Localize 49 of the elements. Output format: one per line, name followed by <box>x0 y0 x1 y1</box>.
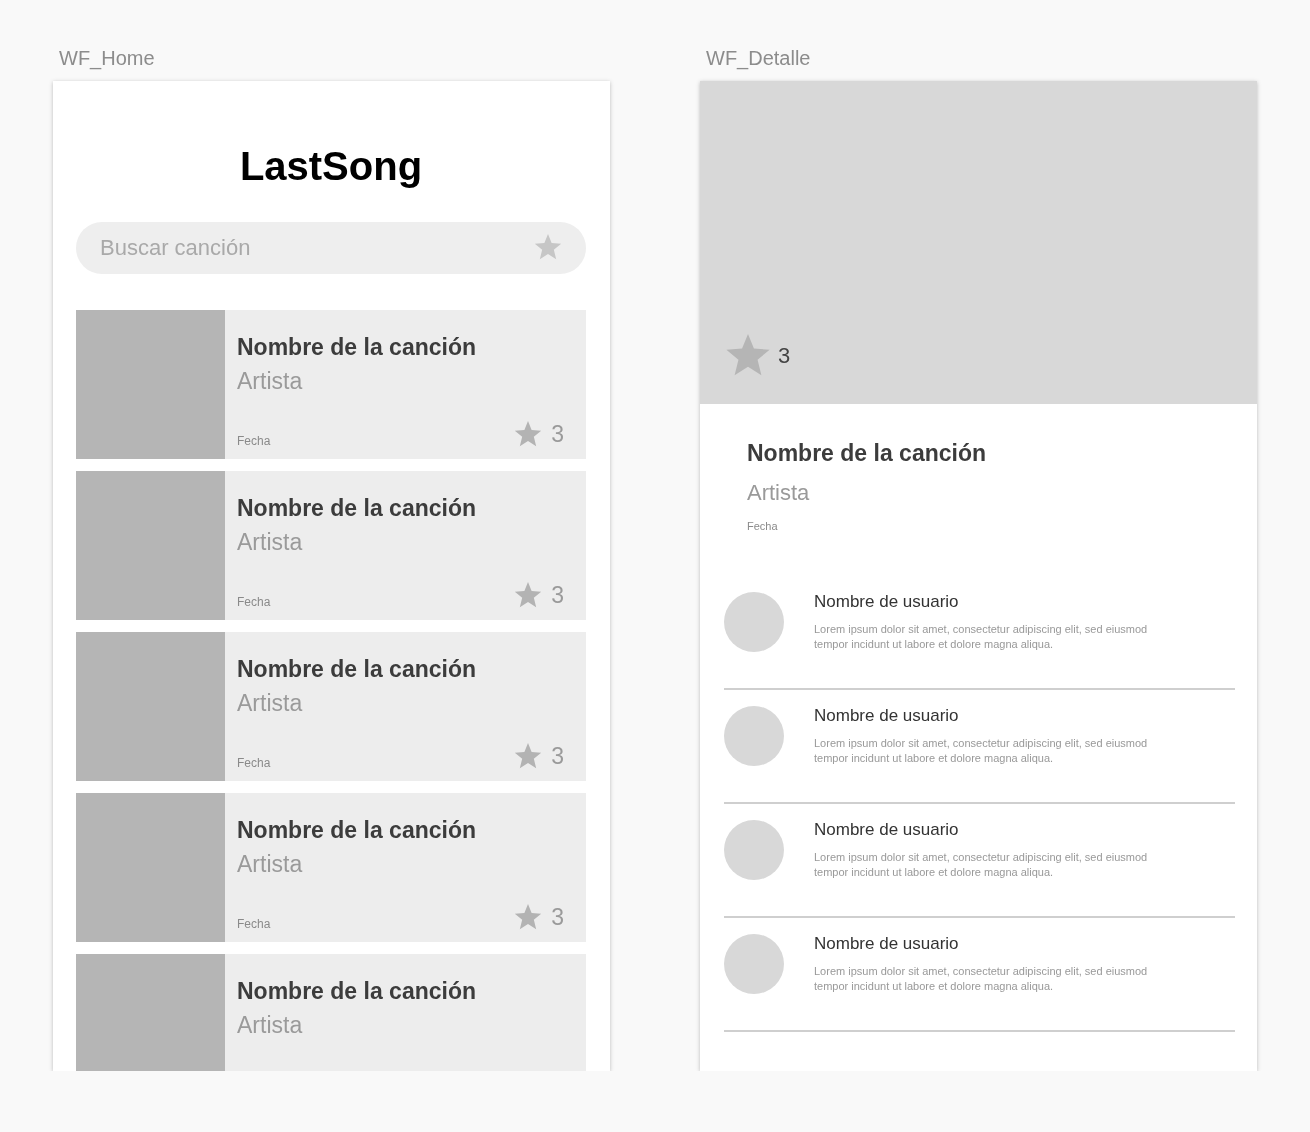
rating-count: 3 <box>778 343 791 369</box>
rating-count: 3 <box>551 904 564 931</box>
artboard-label: WF_Detalle <box>705 47 811 72</box>
user-name: Nombre de usuario <box>814 592 959 612</box>
star-icon <box>514 904 543 931</box>
artist-name: Artista <box>237 368 303 395</box>
song-title: Nombre de la canción <box>237 978 476 1005</box>
artist-name: Artista <box>747 480 810 506</box>
comment-text: Lorem ipsum dolor sit amet, consectetur adipiscing elit, sed eiusmod tempor incidunt ut labore et dolore magna aliqua. <box>814 964 1149 994</box>
user-name: Nombre de usuario <box>814 820 959 840</box>
star-icon <box>725 334 771 378</box>
rating-count: 3 <box>551 743 564 770</box>
user-name: Nombre de usuario <box>814 934 959 954</box>
song-date: Fecha <box>237 595 271 609</box>
comment-text: Lorem ipsum dolor sit amet, consectetur adipiscing elit, sed eiusmod tempor incidunt ut labore et dolore magna aliqua. <box>814 736 1149 766</box>
star-icon[interactable] <box>534 234 562 261</box>
song-card[interactable]: Nombre de la canción Artista Fecha 3 <box>76 632 586 781</box>
artist-name: Artista <box>237 690 303 717</box>
comment-text: Lorem ipsum dolor sit amet, consectetur adipiscing elit, sed eiusmod tempor incidunt ut labore et dolore magna aliqua. <box>814 622 1149 652</box>
song-date: Fecha <box>237 434 271 448</box>
song-date: Fecha <box>237 756 271 770</box>
artist-name: Artista <box>237 1012 303 1039</box>
song-title: Nombre de la canción <box>747 440 986 467</box>
app-title: LastSong <box>239 143 423 189</box>
song-title: Nombre de la canción <box>237 334 476 361</box>
avatar <box>724 934 784 994</box>
artist-name: Artista <box>237 851 303 878</box>
artboard-label: WF_Home <box>58 47 155 72</box>
avatar <box>724 706 784 766</box>
song-date: Fecha <box>747 520 778 532</box>
rating-count: 3 <box>551 421 564 448</box>
song-card[interactable]: Nombre de la canción Artista Fecha 3 <box>76 310 586 459</box>
song-title: Nombre de la canción <box>237 656 476 683</box>
song-card[interactable]: Nombre de la canción Artista Fecha 3 <box>76 471 586 620</box>
user-name: Nombre de usuario <box>814 706 959 726</box>
star-icon <box>514 743 543 770</box>
song-title: Nombre de la canción <box>237 495 476 522</box>
star-icon <box>514 421 543 448</box>
artist-name: Artista <box>237 529 303 556</box>
song-title: Nombre de la canción <box>237 817 476 844</box>
avatar <box>724 592 784 652</box>
star-icon <box>514 582 543 609</box>
song-card[interactable]: Nombre de la canción Artista Fecha 3 <box>76 793 586 942</box>
rating-count: 3 <box>551 582 564 609</box>
song-date: Fecha <box>237 917 271 931</box>
comment-text: Lorem ipsum dolor sit amet, consectetur adipiscing elit, sed eiusmod tempor incidunt ut labore et dolore magna aliqua. <box>814 850 1149 880</box>
search-field[interactable]: Buscar canción <box>76 222 586 274</box>
avatar <box>724 820 784 880</box>
song-card[interactable]: Nombre de la canción Artista <box>76 954 586 1071</box>
